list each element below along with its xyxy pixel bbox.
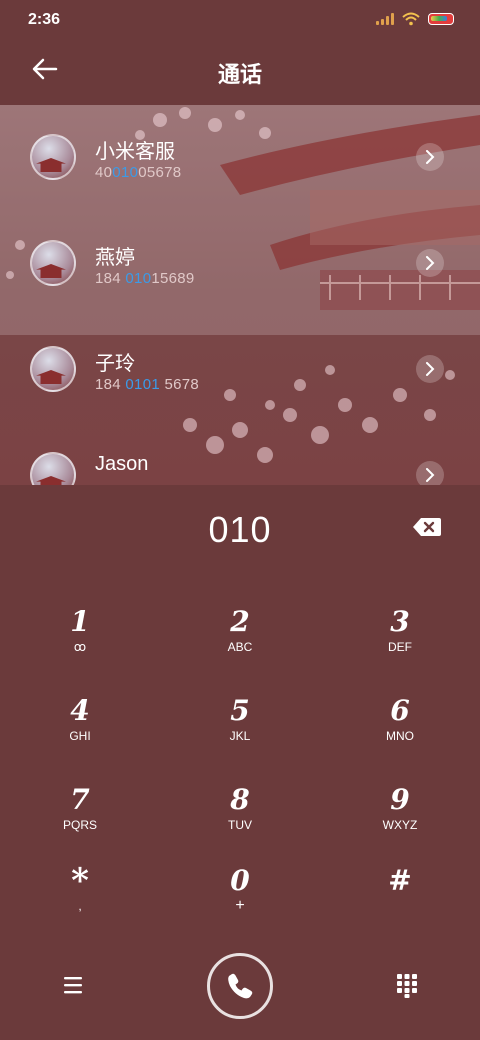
dial-display: 010 [0,485,480,570]
avatar [30,134,76,180]
key-2[interactable]: 2 ABC [170,606,310,686]
phone-icon [228,973,253,999]
key-9[interactable]: 9 WXYZ [330,784,470,864]
call-button[interactable] [207,953,273,1019]
chevron-right-icon [426,362,435,376]
contact-name: 燕婷 [95,247,135,269]
backspace-icon[interactable] [412,516,442,538]
avatar [30,346,76,392]
contact-row[interactable]: Jason [0,423,480,485]
dialpad-icon[interactable] [396,973,418,999]
chevron-right-icon [426,468,435,482]
key-star[interactable]: *, [10,864,150,945]
status-bar: 2:36 [0,0,480,40]
contact-name: 子玲 [95,353,135,375]
contact-detail-button[interactable] [416,143,444,171]
key-7[interactable]: 7 PQRS [10,784,150,864]
key-4[interactable]: 4 GHI [10,695,150,775]
header: 通话 [0,40,480,100]
key-3[interactable]: 3 DEF [330,606,470,686]
signal-icon [376,13,394,25]
contact-detail-button[interactable] [416,249,444,277]
contact-detail-button[interactable] [416,461,444,485]
key-hash[interactable]: # [330,865,470,945]
contact-number: 4001005678 [95,164,182,181]
key-8[interactable]: 8 TUV [170,784,310,864]
page-title: 通话 [217,62,262,87]
chevron-right-icon [426,256,435,270]
contact-detail-button[interactable] [416,355,444,383]
contact-number: 184 01015689 [95,270,195,287]
contact-row[interactable]: 燕婷 184 01015689 [0,211,480,317]
contact-list[interactable]: 小米客服 4001005678 燕婷 184 01015689 子玲 184 0… [0,105,480,485]
voicemail-icon: ꝏ [73,640,87,654]
contact-row[interactable]: 子玲 184 0101 5678 [0,317,480,423]
key-6[interactable]: 6 MNO [330,695,470,775]
chevron-right-icon [426,150,435,164]
contact-name: 小米客服 [95,141,175,163]
key-5[interactable]: 5 JKL [170,695,310,775]
avatar [30,240,76,286]
key-0[interactable]: 0 + [170,865,310,945]
wifi-icon [402,12,420,26]
contact-number: 184 0101 5678 [95,376,200,393]
status-time: 2:36 [28,11,61,28]
status-icons [376,12,454,26]
menu-icon[interactable] [62,975,84,995]
avatar [30,452,76,485]
dialed-number: 010 [208,509,272,550]
key-1[interactable]: 1ꝏ [10,606,150,686]
contact-name: Jason [95,453,149,475]
battery-icon [428,13,454,25]
contact-row[interactable]: 小米客服 4001005678 [0,105,480,211]
